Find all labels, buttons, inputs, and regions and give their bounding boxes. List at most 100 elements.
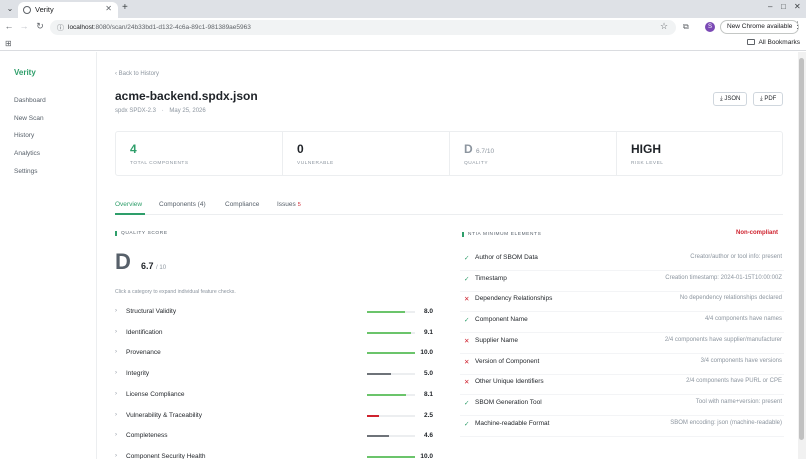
chevron-right-icon: › [115, 390, 117, 397]
category-score-bar [367, 414, 415, 417]
ntia-element-label: Author of SBOM Data [475, 254, 538, 261]
brand-logo[interactable]: Verity [14, 68, 36, 77]
category-score-bar [367, 435, 415, 438]
category-score-fill [367, 373, 391, 376]
category-score-fill [367, 393, 406, 396]
update-chrome-button[interactable]: New Chrome available [720, 20, 800, 34]
category-score-bar [367, 311, 415, 313]
back-to-history-link[interactable]: ‹ Back to History [115, 71, 159, 77]
cross-icon: ✕ [464, 296, 470, 304]
ntia-element-label: Machine-readable Format [475, 419, 550, 427]
plus-icon[interactable]: + [122, 2, 128, 13]
folder-icon [747, 39, 756, 45]
category-score: 8.1 [423, 390, 433, 398]
avatar[interactable]: S [705, 22, 715, 32]
category-score: 8.0 [423, 308, 433, 315]
quality-score: 6.7 / 10 [141, 261, 167, 271]
sidebar: Verity Dashboard New Scan History Analyt… [0, 52, 97, 459]
ntia-row: ✓ Author of SBOM Data Creator/author or to… [460, 250, 784, 271]
apps-icon[interactable]: ⊞ [5, 39, 12, 48]
stat-value: HIGH [631, 142, 661, 156]
quality-grade: D [115, 249, 131, 274]
tab-compliance[interactable]: Compliance [225, 201, 259, 208]
ntia-element-detail: 2/4 components have PURL or CPE [686, 378, 782, 385]
quality-category-row[interactable]: › Component Security Health 10.0 [115, 450, 438, 459]
arrow-left-icon[interactable]: ← [3, 21, 15, 31]
stat-risk-level: HIGH RISK LEVEL [617, 132, 782, 175]
kebab-icon[interactable]: ⋮ [793, 20, 802, 31]
minimize-icon[interactable]: – [768, 2, 772, 11]
quality-category-row[interactable]: › License Compliance 8.1 [115, 388, 438, 408]
quality-category-row[interactable]: › Completeness 4.6 [115, 429, 438, 449]
quality-category-row[interactable]: › Integrity 5.0 [115, 367, 438, 387]
tab-overview[interactable]: Overview [115, 201, 142, 208]
sidebar-item-history[interactable]: History [14, 132, 34, 139]
category-score: 5.0 [423, 370, 433, 378]
tab-issues[interactable]: Issues 5 [277, 201, 301, 208]
arrow-right-icon[interactable]: → [18, 21, 30, 31]
stat-vulnerable: 0 VULNERABLE [283, 132, 450, 175]
sidebar-item-settings[interactable]: Settings [14, 168, 38, 175]
ntia-element-label: Component Name [475, 316, 528, 324]
tab-title: Verity [35, 5, 54, 14]
tab-components[interactable]: Components (4) [159, 201, 206, 208]
ntia-row: ✕ Other Unique Identifiers 2/4 components … [460, 374, 784, 396]
category-score-bar [367, 455, 415, 458]
ntia-row: ✓ Component Name 4/4 components have names [460, 312, 784, 334]
tab-search-chevron-down-icon[interactable]: ⌄ [4, 3, 16, 15]
maximize-icon[interactable]: □ [781, 2, 786, 11]
stat-label: QUALITY [464, 161, 489, 166]
category-score: 10.0 [420, 452, 433, 459]
stat-label: TOTAL COMPONENTS [130, 161, 189, 166]
quality-category-row[interactable]: › Identification 9.1 [115, 326, 438, 346]
active-tab-indicator [115, 213, 145, 215]
browser-tab[interactable]: Verity ✕ [18, 2, 118, 18]
window-close-icon[interactable]: ✕ [794, 2, 801, 11]
bookmarks-bar: ⊞ All Bookmarks [0, 37, 806, 51]
ntia-heading: NTIA MINIMUM ELEMENTS [462, 232, 541, 237]
reload-icon[interactable]: ↻ [34, 21, 46, 32]
globe-icon [23, 6, 31, 14]
category-score-fill [367, 455, 415, 458]
cross-icon: ✕ [464, 358, 470, 366]
main-content: ‹ Back to History acme-backend.spdx.json… [98, 52, 798, 459]
meta-separator: · [161, 108, 164, 114]
site-info-icon[interactable]: ⓘ [57, 23, 64, 33]
ntia-element-label: Version of Component [475, 357, 540, 365]
all-bookmarks-button[interactable]: All Bookmarks [747, 39, 800, 46]
ntia-row: ✓ SBOM Generation Tool Tool with name+vers… [460, 395, 784, 416]
export-pdf-button[interactable]: ⤓ PDF [753, 92, 784, 106]
sidebar-item-new-scan[interactable]: New Scan [14, 115, 44, 122]
scrollbar-thumb[interactable] [799, 58, 804, 440]
sidebar-item-analytics[interactable]: Analytics [14, 150, 40, 157]
address-bar[interactable]: ⓘ localhost:8080/scan/24b33bd1-d132-4c6a… [50, 20, 676, 35]
ntia-element-detail: Creator/author or tool info: present [690, 254, 782, 260]
check-icon: ✓ [464, 317, 470, 325]
scrollbar[interactable] [798, 52, 806, 459]
ntia-row: ✓ Machine-readable Format SBOM encoding: j… [460, 416, 784, 437]
ntia-element-detail: Creation timestamp: 2024-01-15T10:00:00Z [665, 274, 782, 281]
close-icon[interactable]: ✕ [105, 4, 112, 13]
scan-date: May 25, 2026 [169, 108, 206, 114]
category-score-fill [367, 414, 379, 417]
extensions-icon[interactable]: ⧉ [683, 22, 689, 32]
quality-category-row[interactable]: › Structural Validity 8.0 [115, 305, 438, 325]
export-json-button[interactable]: ⤓ JSON [713, 92, 748, 106]
ntia-row: ✕ Dependency Relationships No dependency r… [460, 291, 784, 313]
stat-quality: D 6.7/10 QUALITY [450, 132, 617, 175]
scan-meta: spdx SPDX-2.3 · May 25, 2026 [115, 108, 206, 114]
category-score-bar [367, 373, 415, 376]
star-icon[interactable]: ☆ [660, 21, 668, 32]
chevron-right-icon: › [115, 370, 117, 377]
sbom-format: spdx SPDX-2.3 [115, 108, 157, 114]
compliance-status-badge: Non-compliant [736, 230, 778, 236]
ntia-row: ✓ Timestamp Creation timestamp: 2024-01-15… [460, 271, 784, 292]
sidebar-item-dashboard[interactable]: Dashboard [14, 97, 46, 104]
category-score: 2.5 [423, 411, 433, 419]
quality-category-row[interactable]: › Provenance 10.0 [115, 346, 438, 366]
quality-category-row[interactable]: › Vulnerability & Traceability 2.5 [115, 409, 438, 429]
category-score-fill [367, 331, 411, 334]
category-label: Integrity [126, 370, 150, 378]
stat-sub: 6.7/10 [476, 148, 495, 155]
ntia-element-label: Supplier Name [475, 336, 518, 344]
